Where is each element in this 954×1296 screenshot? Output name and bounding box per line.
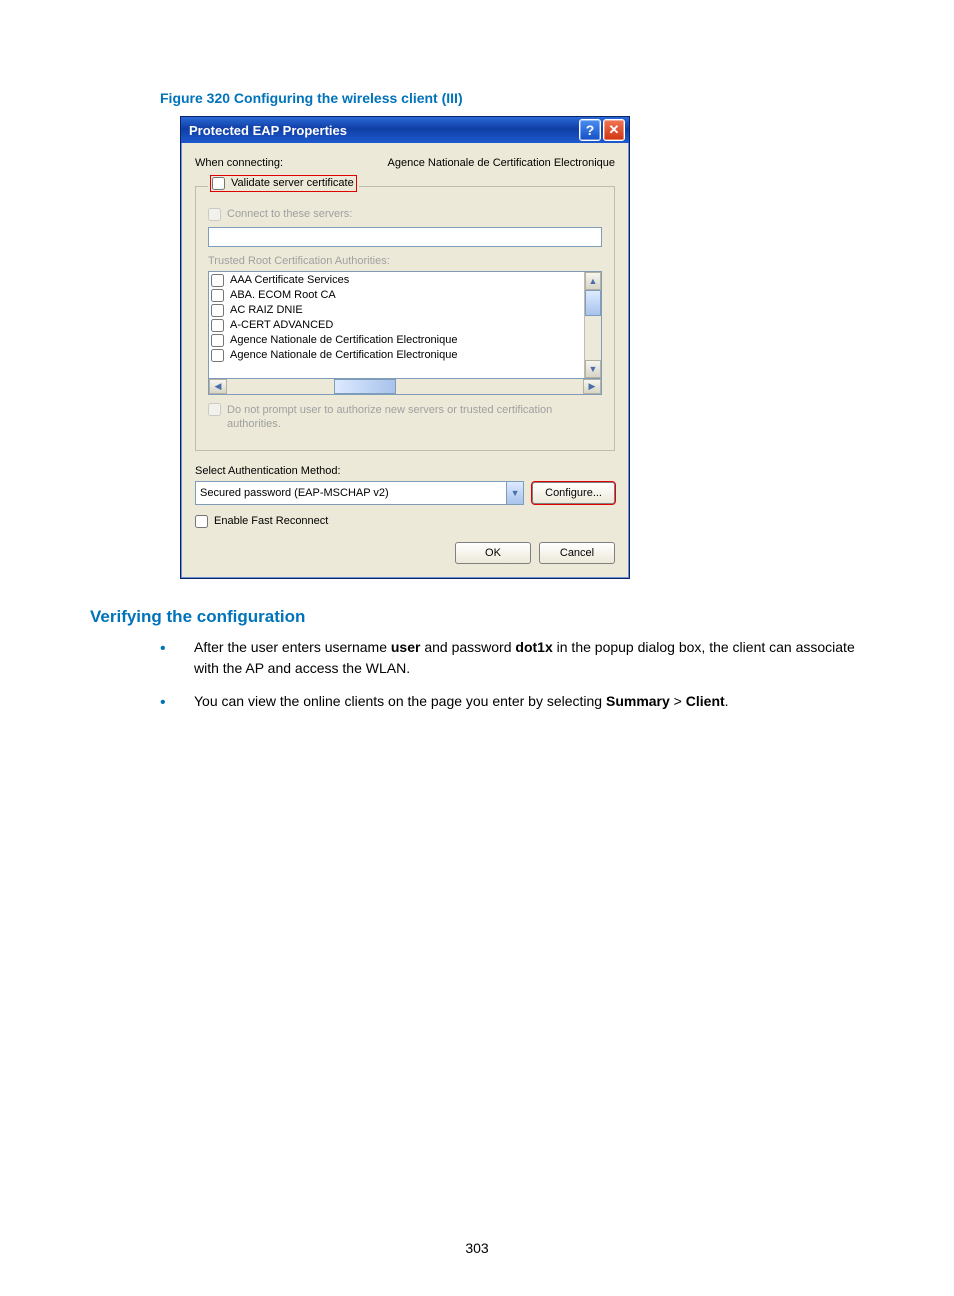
bold-user: user [391, 639, 421, 655]
connect-to-servers-checkbox[interactable]: Connect to these servers: [208, 208, 602, 221]
trusted-root-items: AAA Certificate Services ABA. ECOM Root … [209, 272, 584, 378]
page-number: 303 [0, 1240, 954, 1256]
chevron-down-icon: ▼ [511, 488, 520, 498]
text: You can view the online clients on the p… [194, 693, 606, 709]
when-connecting-value: Agence Nationale de Certification Electr… [388, 157, 615, 169]
dialog-titlebar[interactable]: Protected EAP Properties ? ✕ [181, 117, 629, 143]
connect-to-servers-label: Connect to these servers: [227, 208, 352, 220]
cancel-button[interactable]: Cancel [539, 542, 615, 564]
ok-button[interactable]: OK [455, 542, 531, 564]
list-item: After the user enters username user and … [160, 637, 864, 679]
chevron-left-icon: ◀ [215, 381, 222, 392]
list-item[interactable]: Agence Nationale de Certification Electr… [211, 349, 582, 362]
scroll-thumb[interactable] [334, 379, 396, 394]
auth-method-row: Secured password (EAP-MSCHAP v2) ▼ Confi… [195, 481, 615, 505]
validate-server-cert-input[interactable] [212, 177, 225, 190]
document-page: Figure 320 Configuring the wireless clie… [0, 0, 954, 1296]
dialog-title: Protected EAP Properties [185, 123, 577, 138]
ca-checkbox[interactable] [211, 319, 224, 332]
bold-client: Client [686, 693, 725, 709]
list-item[interactable]: A-CERT ADVANCED [211, 319, 582, 332]
connect-to-servers-textbox[interactable] [208, 227, 602, 247]
close-button[interactable]: ✕ [603, 119, 625, 141]
do-not-prompt-label: Do not prompt user to authorize new serv… [227, 403, 602, 432]
bold-password: dot1x [515, 639, 552, 655]
help-icon: ? [586, 122, 595, 138]
connect-to-servers-input[interactable] [208, 208, 221, 221]
scroll-left-button[interactable]: ◀ [209, 379, 227, 394]
select-auth-label: Select Authentication Method: [195, 465, 615, 477]
bold-summary: Summary [606, 693, 670, 709]
scroll-up-button[interactable]: ▲ [585, 272, 601, 290]
list-item: You can view the online clients on the p… [160, 691, 864, 712]
fast-reconnect-input[interactable] [195, 515, 208, 528]
list-item[interactable]: AAA Certificate Services [211, 274, 582, 287]
scroll-thumb[interactable] [585, 290, 601, 316]
fast-reconnect-checkbox[interactable]: Enable Fast Reconnect [195, 515, 615, 528]
validate-server-cert-label: Validate server certificate [231, 177, 354, 189]
chevron-up-icon: ▲ [589, 276, 598, 286]
close-icon: ✕ [609, 122, 620, 138]
chevron-down-icon: ▼ [589, 364, 598, 374]
ca-checkbox[interactable] [211, 304, 224, 317]
figure-caption: Figure 320 Configuring the wireless clie… [160, 90, 864, 106]
verification-list: After the user enters username user and … [160, 637, 864, 712]
ca-checkbox[interactable] [211, 334, 224, 347]
configure-button[interactable]: Configure... [532, 482, 615, 504]
ca-label: ABA. ECOM Root CA [230, 289, 336, 301]
list-item[interactable]: ABA. ECOM Root CA [211, 289, 582, 302]
text: > [670, 693, 686, 709]
text: and password [420, 639, 515, 655]
auth-method-combobox[interactable]: Secured password (EAP-MSCHAP v2) ▼ [195, 481, 524, 505]
validate-server-fieldset: Validate server certificate Connect to t… [195, 175, 615, 451]
scroll-down-button[interactable]: ▼ [585, 360, 601, 378]
vertical-scrollbar[interactable]: ▲ ▼ [584, 272, 601, 378]
trusted-root-listbox[interactable]: AAA Certificate Services ABA. ECOM Root … [208, 271, 602, 379]
ca-checkbox[interactable] [211, 274, 224, 287]
combobox-arrow[interactable]: ▼ [506, 482, 523, 504]
scroll-right-button[interactable]: ▶ [583, 379, 601, 394]
text: After the user enters username [194, 639, 391, 655]
fast-reconnect-label: Enable Fast Reconnect [214, 515, 328, 527]
ca-label: AC RAIZ DNIE [230, 304, 303, 316]
when-connecting-row: When connecting: Agence Nationale de Cer… [195, 157, 615, 169]
peap-properties-dialog: Protected EAP Properties ? ✕ When connec… [180, 116, 630, 579]
help-button[interactable]: ? [579, 119, 601, 141]
auth-method-value: Secured password (EAP-MSCHAP v2) [200, 487, 389, 499]
do-not-prompt-input[interactable] [208, 403, 221, 416]
do-not-prompt-checkbox[interactable]: Do not prompt user to authorize new serv… [208, 403, 602, 432]
text: . [725, 693, 729, 709]
ca-checkbox[interactable] [211, 349, 224, 362]
dialog-button-row: OK Cancel [195, 542, 615, 564]
when-connecting-label: When connecting: [195, 157, 283, 169]
ca-label: Agence Nationale de Certification Electr… [230, 349, 457, 361]
dialog-body: When connecting: Agence Nationale de Cer… [181, 143, 629, 578]
horizontal-scrollbar[interactable]: ◀ ▶ [208, 379, 602, 395]
chevron-right-icon: ▶ [589, 381, 596, 392]
scroll-track[interactable] [585, 290, 601, 360]
ca-label: Agence Nationale de Certification Electr… [230, 334, 457, 346]
trusted-root-label: Trusted Root Certification Authorities: [208, 255, 602, 267]
ca-label: AAA Certificate Services [230, 274, 349, 286]
list-item[interactable]: AC RAIZ DNIE [211, 304, 582, 317]
section-heading: Verifying the configuration [90, 607, 864, 627]
list-item[interactable]: Agence Nationale de Certification Electr… [211, 334, 582, 347]
ca-checkbox[interactable] [211, 289, 224, 302]
ca-label: A-CERT ADVANCED [230, 319, 333, 331]
scroll-track[interactable] [227, 379, 583, 394]
validate-server-cert-checkbox[interactable]: Validate server certificate [210, 175, 357, 192]
